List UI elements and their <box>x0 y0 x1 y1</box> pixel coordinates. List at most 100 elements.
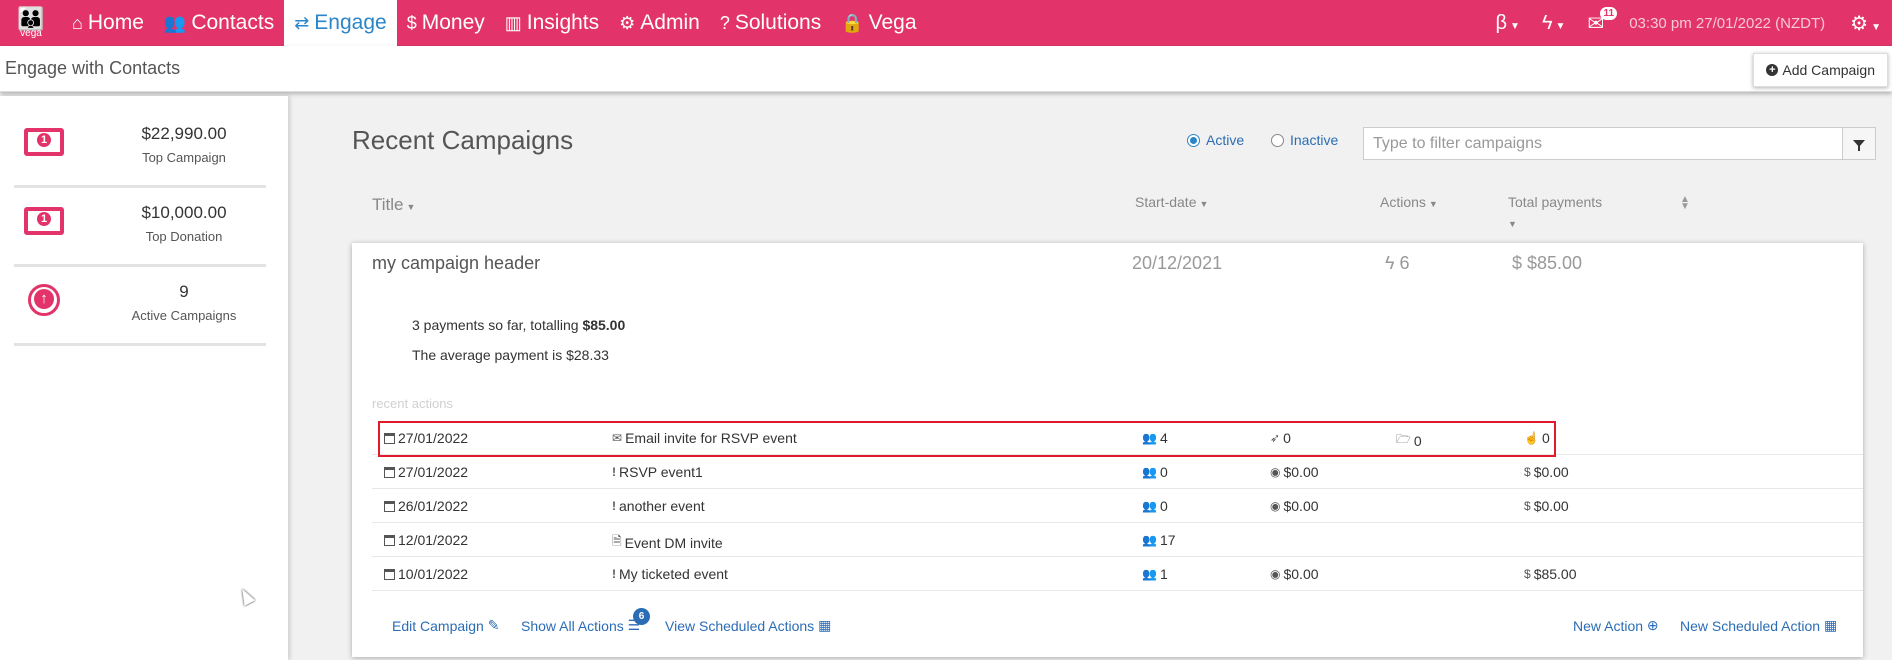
action-row[interactable]: 26/01/2022 ! another event 👥 0 ◉ $0.00 $ $0.… <box>372 489 1863 523</box>
plus-circle-icon: + <box>1766 64 1779 76</box>
action-date: 12/01/2022 <box>384 532 468 548</box>
action-row[interactable]: 10/01/2022 ! My ticketed event 👥 1 ◉ $0.00 … <box>372 557 1863 591</box>
action-date: 10/01/2022 <box>384 566 468 582</box>
action-target: ◉ $0.00 <box>1270 464 1319 480</box>
opened-count: 0 <box>1413 432 1422 449</box>
logo-people-icon: 👪 <box>17 5 45 31</box>
action-row[interactable]: 12/01/2022 🗎 Event DM invite 👥 17 <box>372 523 1863 557</box>
action-name-text: RSVP event1 <box>619 464 703 480</box>
nav-engage[interactable]: ⇄ Engage <box>284 0 397 46</box>
action-row[interactable]: 27/01/2022 ! RSVP event1 👥 0 ◉ $0.00 $ $0.00 <box>372 455 1863 489</box>
nav-admin[interactable]: ⚙ Admin <box>609 0 710 46</box>
nav-solutions[interactable]: ? Solutions <box>710 0 831 46</box>
action-name-text: Email invite for RSVP event <box>625 430 797 446</box>
filter-button[interactable] <box>1842 127 1876 160</box>
action-target: ◉ $0.00 <box>1270 566 1319 582</box>
nav-label: Admin <box>640 11 700 34</box>
add-campaign-button[interactable]: + Add Campaign <box>1753 53 1888 87</box>
total-amount: $0.00 <box>1533 498 1569 514</box>
caret-down-icon: ▼ <box>1199 199 1209 209</box>
campaign-card: my campaign header 20/12/2021 ϟ 6 $ $85.… <box>352 243 1863 657</box>
pencil-icon: ✎ <box>483 617 500 633</box>
lock-icon: 🔒 <box>841 12 864 33</box>
action-row[interactable]: 27/01/2022 ✉ Email invite for RSVP event … <box>372 421 1863 455</box>
action-name-text: another event <box>619 498 705 514</box>
edit-campaign-link[interactable]: Edit Campaign ✎ <box>392 617 499 634</box>
vega-logo[interactable]: 👪 vega <box>0 0 62 46</box>
nav-contacts[interactable]: 👥 Contacts <box>154 0 284 46</box>
dollar-icon: $ <box>1524 499 1531 513</box>
action-target: ◉ $0.00 <box>1270 498 1319 514</box>
users-icon: 👥 <box>1142 567 1157 581</box>
users-icon: 👥 <box>1142 431 1157 445</box>
target-amount: $0.00 <box>1283 464 1319 480</box>
campaign-title[interactable]: my campaign header <box>372 253 540 274</box>
nav-home[interactable]: ⌂ Home <box>62 0 154 46</box>
new-scheduled-action-link[interactable]: New Scheduled Action ▦ <box>1680 617 1837 634</box>
recent-actions-label: recent actions <box>372 396 453 411</box>
nav-label: Vega <box>868 11 917 34</box>
radio-inactive[interactable]: Inactive <box>1271 132 1338 148</box>
action-people: 👥 0 <box>1142 464 1168 480</box>
column-start-date[interactable]: Start-date ▼ <box>1135 194 1208 210</box>
stat-value: 9 <box>179 282 189 301</box>
calendar-icon <box>384 466 395 478</box>
actions-count-value: 6 <box>1399 253 1410 273</box>
payments-value: $85.00 <box>1527 253 1583 273</box>
nav-label: Solutions <box>734 11 822 34</box>
folder-open-icon: 🗁 <box>1396 432 1411 446</box>
new-action-link[interactable]: New Action ⊕ <box>1573 617 1659 634</box>
nav-insights[interactable]: ▥ Insights <box>495 0 609 46</box>
clicked-count: 0 <box>1541 430 1550 446</box>
bolt-icon: ϟ <box>1385 253 1400 273</box>
radio-active[interactable]: Active <box>1187 132 1244 148</box>
beta-icon: β <box>1495 11 1508 34</box>
users-icon: 👥 <box>1142 465 1157 479</box>
stats-sidebar: $22,990.00 Top Campaign $10,000.00 Top D… <box>0 96 288 660</box>
date-text: 27/01/2022 <box>398 430 469 446</box>
target-amount: $0.00 <box>1283 566 1319 582</box>
quick-actions-menu[interactable]: ϟ ▼ <box>1531 12 1577 35</box>
nav-vega[interactable]: 🔒 Vega <box>831 0 926 46</box>
action-name-text: Event DM invite <box>624 534 723 551</box>
settings-menu[interactable]: ⚙ ▼ <box>1839 11 1892 36</box>
sort-icon[interactable]: ▲ ▼ <box>1680 195 1690 212</box>
bullseye-icon: ◉ <box>1270 499 1281 513</box>
nav-right-tools: β ▼ ϟ ▼ ✉ 11 03:30 pm 27/01/2022 (NZDT) ⚙ ▼ <box>1485 0 1892 46</box>
dollar-icon: $ <box>406 12 417 33</box>
link-label: New Scheduled Action <box>1680 617 1821 634</box>
exclamation-icon: ! <box>612 465 616 479</box>
caret-down-icon: ▼ <box>1510 20 1520 32</box>
nav-label: Contacts <box>191 11 275 34</box>
caret-down-icon: ▼ <box>1428 199 1438 209</box>
envelope-icon: ✉ <box>612 431 623 445</box>
caret-down-icon[interactable]: ▼ <box>1508 214 1517 230</box>
view-scheduled-actions-link[interactable]: View Scheduled Actions ▦ <box>665 617 831 634</box>
campaign-start-date: 20/12/2021 <box>1132 253 1223 273</box>
column-title[interactable]: Title ▼ <box>372 195 415 215</box>
link-label: New Action <box>1573 617 1644 634</box>
exclamation-icon: ! <box>612 567 616 581</box>
show-all-actions-link[interactable]: Show All Actions ☰ <box>521 617 640 634</box>
column-total-payments[interactable]: Total payments <box>1508 194 1602 210</box>
action-opened: 🗁 0 <box>1396 430 1422 451</box>
action-total: $ $85.00 <box>1524 566 1577 582</box>
column-label: Total payments <box>1508 194 1603 210</box>
page-title: Engage with Contacts <box>5 58 181 78</box>
calendar-plus-icon: ▦ <box>1820 617 1838 633</box>
campaign-filter-input[interactable] <box>1363 127 1843 160</box>
home-icon: ⌂ <box>72 12 83 33</box>
calendar-icon: ▦ <box>814 617 832 633</box>
people-count: 1 <box>1159 566 1168 582</box>
beta-menu[interactable]: β ▼ <box>1485 12 1531 35</box>
nav-money[interactable]: $ Money <box>397 0 495 46</box>
column-label: Start-date <box>1135 194 1197 210</box>
people-count: 17 <box>1159 532 1176 548</box>
money-bill-icon <box>24 207 64 237</box>
link-label: View Scheduled Actions <box>665 617 815 634</box>
dollar-icon: $ <box>1512 253 1528 273</box>
column-actions[interactable]: Actions ▼ <box>1380 194 1438 210</box>
mail-button[interactable]: ✉ 11 <box>1576 6 1618 36</box>
stat-label: Active Campaigns <box>131 308 237 323</box>
action-date: 27/01/2022 <box>384 430 468 446</box>
